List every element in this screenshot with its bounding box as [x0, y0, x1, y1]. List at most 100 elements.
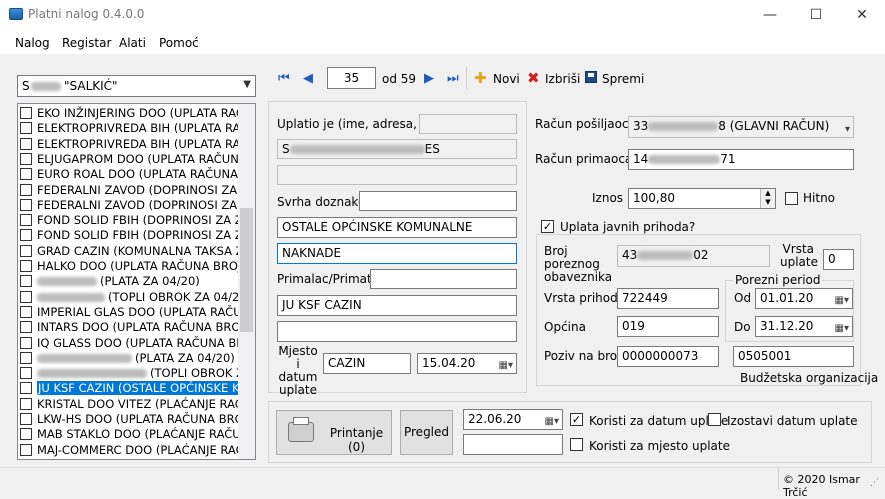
first-record-icon[interactable]: ⏮: [278, 71, 290, 86]
uplatio-line2-field[interactable]: [277, 165, 517, 185]
save-button[interactable]: Spremi: [602, 72, 644, 86]
use-place-checkbox[interactable]: [570, 438, 583, 451]
list-item-checkbox[interactable]: [20, 413, 32, 425]
racun-primaoca-field[interactable]: 14 71: [628, 149, 854, 170]
list-item-checkbox[interactable]: [20, 443, 32, 456]
save-icon[interactable]: [585, 71, 597, 83]
list-item[interactable]: (PLATA ZA 04/20): [20, 274, 241, 289]
list-item[interactable]: JU KSF CAZIN (OSTALE OPĆINSKE KO: [20, 381, 241, 396]
vrsta-uplate-field[interactable]: 0: [823, 249, 854, 270]
maximize-button[interactable]: ☐: [793, 0, 839, 30]
svrha-line2-field[interactable]: NAKNADE: [277, 243, 517, 264]
chevron-down-icon[interactable]: ▼: [243, 79, 251, 90]
list-item[interactable]: (TOPLI OBROK ZA: [20, 366, 241, 381]
mjesto-field[interactable]: CAZIN: [323, 353, 411, 374]
list-item-checkbox[interactable]: [20, 152, 32, 165]
hitno-checkbox[interactable]: [785, 192, 798, 205]
list-item-checkbox[interactable]: [20, 260, 32, 272]
budzetska-field[interactable]: 0505001: [733, 346, 854, 367]
calendar-icon[interactable]: ▦▾: [499, 356, 513, 373]
list-item-checkbox[interactable]: [20, 214, 32, 227]
list-item-checkbox[interactable]: [20, 351, 32, 364]
list-item-checkbox[interactable]: [20, 305, 32, 318]
menu-registar[interactable]: Registar: [62, 36, 111, 50]
print-place-field[interactable]: [463, 434, 563, 455]
list-item[interactable]: KRISTAL DOO VITEZ (PLAĆANJE RAČU: [20, 397, 241, 412]
list-item[interactable]: FEDERALNI ZAVOD (DOPRINOSI ZA ZA: [20, 183, 241, 198]
datum-uplate-picker[interactable]: 15.04.20 ▦▾: [417, 353, 517, 374]
od-date-picker[interactable]: 01.01.20 ▦▾: [755, 288, 853, 309]
use-date-checkbox[interactable]: ✓: [570, 413, 583, 426]
list-item-checkbox[interactable]: [20, 183, 32, 196]
opcina-field[interactable]: 019: [617, 316, 719, 337]
list-item-checkbox[interactable]: [20, 244, 32, 257]
racun-posiljaoca-select[interactable]: 33 8 (GLAVNI RAČUN) ▾: [628, 116, 854, 138]
print-date-picker[interactable]: 22.06.20 ▦▾: [463, 409, 563, 430]
previous-record-icon[interactable]: ◀: [303, 71, 313, 86]
menu-nalog[interactable]: Nalog: [15, 36, 50, 50]
list-item[interactable]: ELJUGAPROM DOO (UPLATA RAČUNA: [20, 152, 241, 167]
list-item-checkbox[interactable]: [20, 428, 32, 441]
list-item[interactable]: FOND SOLID FBIH (DOPRINOSI ZA ZO: [20, 213, 241, 228]
list-item[interactable]: FEDERALNI ZAVOD (DOPRINOSI ZA ZA: [20, 198, 241, 213]
uplatio-line1-field[interactable]: S ES: [277, 139, 517, 159]
list-item[interactable]: ELEKTROPRIVREDA BIH (UPLATA RAČ: [20, 121, 241, 136]
iznos-spinner[interactable]: ▲ ▼: [760, 189, 775, 208]
menu-alati[interactable]: Alati: [119, 36, 146, 50]
iznos-field[interactable]: 100,80 ▲ ▼: [628, 188, 776, 209]
list-item[interactable]: GRAD CAZIN (KOMUNALNA TAKSA ZA: [20, 244, 241, 259]
list-item[interactable]: HALKO DOO (UPLATA RAČUNA BROJ: [20, 259, 241, 274]
next-record-icon[interactable]: ▶: [424, 71, 434, 86]
list-item-checkbox[interactable]: [20, 382, 32, 395]
list-item[interactable]: LKW-HS DOO (UPLATA RAČUNA BROJ: [20, 412, 241, 427]
preview-button[interactable]: Pregled: [400, 410, 453, 455]
vrsta-prihoda-field[interactable]: 722449: [617, 288, 719, 309]
list-item[interactable]: (TOPLI OBROK ZA 04/20): [20, 290, 241, 305]
list-item[interactable]: ELEKTROPRIVREDA BIH (UPLATA RAČ: [20, 137, 241, 152]
new-icon[interactable]: ✚: [474, 69, 487, 87]
resize-grip-icon[interactable]: ⋰: [870, 478, 879, 488]
new-button[interactable]: Novi: [493, 72, 520, 86]
list-item[interactable]: MAB STAKLO DOO (PLAĆANJE RAČUNA: [20, 427, 241, 442]
list-item[interactable]: INTARS DOO (UPLATA RAČUNA BROJ: [20, 320, 241, 335]
list-item-checkbox[interactable]: [20, 336, 32, 349]
close-button[interactable]: ✕: [839, 0, 885, 30]
record-number-input[interactable]: 35: [327, 67, 376, 89]
list-item-checkbox[interactable]: [20, 137, 32, 150]
print-button[interactable]: Printanje (0): [276, 410, 392, 455]
list-scrollbar-thumb[interactable]: [240, 208, 253, 332]
list-item-checkbox[interactable]: [20, 367, 32, 380]
list-item-checkbox[interactable]: [20, 321, 32, 334]
menu-pomoc[interactable]: Pomoć: [159, 36, 199, 50]
omit-date-checkbox[interactable]: [708, 413, 721, 426]
svrha-extra-field[interactable]: [359, 191, 517, 211]
list-item-checkbox[interactable]: [20, 229, 32, 242]
list-item[interactable]: MAJ-COMMERC DOO (PLAĆANJE RAČU: [20, 443, 241, 458]
list-item[interactable]: IMPERIAL GLAS DOO (UPLATA RAČUNA: [20, 305, 241, 320]
minimize-button[interactable]: —: [747, 0, 793, 30]
poziv-field[interactable]: 0000000073: [617, 346, 719, 367]
list-item[interactable]: EURO ROAL DOO (UPLATA RAČUNA BI: [20, 167, 241, 182]
payee-list[interactable]: EKO INŽINJERING DOO (UPLATA RAČUN ELEKTRO…: [17, 103, 256, 460]
primalac-line2-field[interactable]: [277, 321, 517, 342]
list-item-checkbox[interactable]: [20, 290, 32, 303]
list-item-checkbox[interactable]: [20, 198, 32, 211]
list-item[interactable]: EKO INŽINJERING DOO (UPLATA RAČUN: [20, 106, 241, 121]
chevron-down-icon[interactable]: ▾: [845, 120, 850, 137]
last-record-icon[interactable]: ⏭: [447, 71, 459, 86]
list-item-checkbox[interactable]: [20, 275, 32, 288]
do-date-picker[interactable]: 31.12.20 ▦▾: [755, 316, 853, 337]
list-item[interactable]: (PLATA ZA 04/20): [20, 351, 241, 366]
filter-combo[interactable]: S "SALKIĆ" ▼: [17, 75, 256, 97]
list-item-checkbox[interactable]: [20, 122, 32, 135]
list-item-checkbox[interactable]: [20, 107, 32, 119]
broj-porezni-field[interactable]: 43 02: [617, 245, 770, 267]
list-item-checkbox[interactable]: [20, 168, 32, 181]
uplata-jp-checkbox[interactable]: ✓: [541, 220, 554, 233]
delete-icon[interactable]: ✖: [527, 69, 540, 87]
calendar-icon[interactable]: ▦▾: [835, 319, 849, 336]
svrha-line1-field[interactable]: OSTALE OPĆINSKE KOMUNALNE: [277, 217, 517, 238]
calendar-icon[interactable]: ▦▾: [835, 291, 849, 308]
primalac-extra-field[interactable]: [370, 269, 517, 289]
list-item[interactable]: FOND SOLID FBIH (DOPRINOSI ZA ZO: [20, 228, 241, 243]
